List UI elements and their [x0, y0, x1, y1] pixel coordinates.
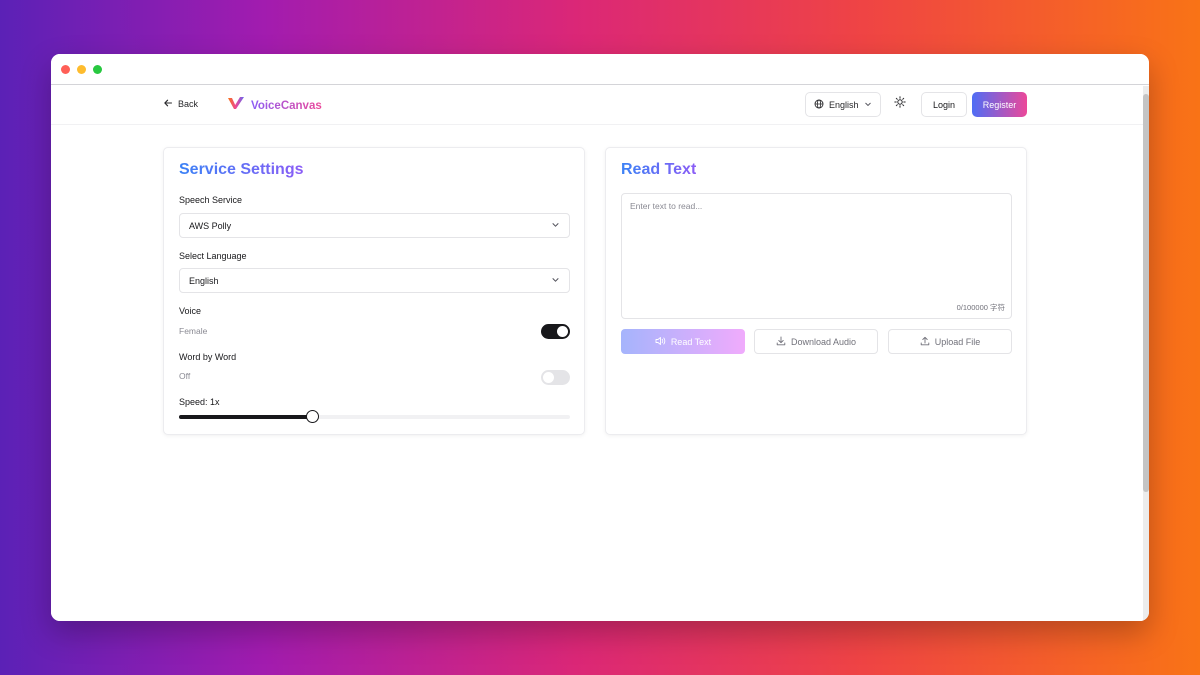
back-link[interactable]: Back	[163, 98, 198, 110]
vertical-scrollbar[interactable]	[1143, 86, 1149, 621]
globe-icon	[814, 99, 824, 111]
toggle-knob	[557, 326, 568, 337]
language-switcher[interactable]: English	[805, 92, 881, 117]
select-language-label: Select Language	[179, 251, 247, 261]
language-switcher-label: English	[829, 99, 859, 110]
read-text-title: Read Text	[621, 161, 697, 178]
back-label: Back	[178, 99, 199, 109]
chevron-down-icon	[551, 220, 560, 231]
download-audio-label: Download Audio	[790, 336, 857, 347]
read-text-button[interactable]: Read Text	[621, 329, 745, 354]
speed-slider[interactable]	[179, 410, 570, 423]
upload-file-button[interactable]: Upload File	[888, 329, 1012, 354]
toggle-knob	[543, 372, 554, 383]
brand-logo-link[interactable]: VoiceCanvas	[227, 96, 322, 115]
close-window-button[interactable]	[61, 65, 70, 74]
page-viewport: Back VoiceCanvas English Login Register …	[51, 86, 1143, 621]
theme-toggle-button[interactable]	[889, 93, 911, 115]
top-navbar: Back VoiceCanvas English Login Register	[51, 86, 1143, 125]
register-button[interactable]: Register	[972, 92, 1027, 117]
download-audio-button[interactable]: Download Audio	[754, 329, 878, 354]
read-text-card: Read Text Enter text to read... 0/100000…	[605, 147, 1027, 435]
speed-slider-fill	[179, 415, 312, 419]
speech-service-label: Speech Service	[179, 195, 243, 205]
chevron-down-icon	[864, 100, 872, 110]
minimize-window-button[interactable]	[77, 65, 86, 74]
text-input[interactable]: Enter text to read... 0/100000 字符	[621, 193, 1012, 319]
maximize-window-button[interactable]	[93, 65, 102, 74]
chevron-down-icon	[551, 275, 560, 286]
login-button[interactable]: Login	[921, 92, 967, 117]
voice-value: Female	[179, 326, 208, 336]
text-input-placeholder: Enter text to read...	[630, 201, 703, 211]
scrollbar-thumb[interactable]	[1143, 94, 1149, 492]
voice-toggle[interactable]	[541, 324, 570, 339]
word-by-word-value: Off	[179, 371, 191, 381]
sun-icon	[894, 95, 906, 113]
upload-icon	[920, 336, 930, 348]
speech-service-select[interactable]: AWS Polly	[179, 213, 570, 238]
speed-slider-thumb[interactable]	[305, 410, 319, 423]
download-icon	[776, 336, 786, 348]
brand-name: VoiceCanvas	[251, 99, 322, 112]
language-select-value: English	[189, 275, 219, 286]
word-by-word-label: Word by Word	[179, 352, 237, 362]
language-select[interactable]: English	[179, 268, 570, 293]
window-titlebar	[51, 54, 1149, 85]
speed-label: Speed: 1x	[179, 397, 220, 407]
read-text-button-label: Read Text	[670, 336, 712, 347]
character-counter: 0/100000 字符	[956, 303, 1005, 312]
upload-file-label: Upload File	[934, 336, 981, 347]
voice-label: Voice	[179, 306, 202, 316]
service-settings-title: Service Settings	[179, 161, 304, 178]
speech-service-value: AWS Polly	[189, 220, 232, 231]
speaker-icon	[655, 336, 666, 348]
browser-window: Back VoiceCanvas English Login Register …	[51, 54, 1149, 621]
arrow-left-icon	[163, 98, 173, 110]
service-settings-card: Service Settings Speech Service AWS Poll…	[163, 147, 585, 435]
word-by-word-toggle[interactable]	[541, 370, 570, 385]
voicecanvas-logo-icon	[227, 96, 245, 115]
